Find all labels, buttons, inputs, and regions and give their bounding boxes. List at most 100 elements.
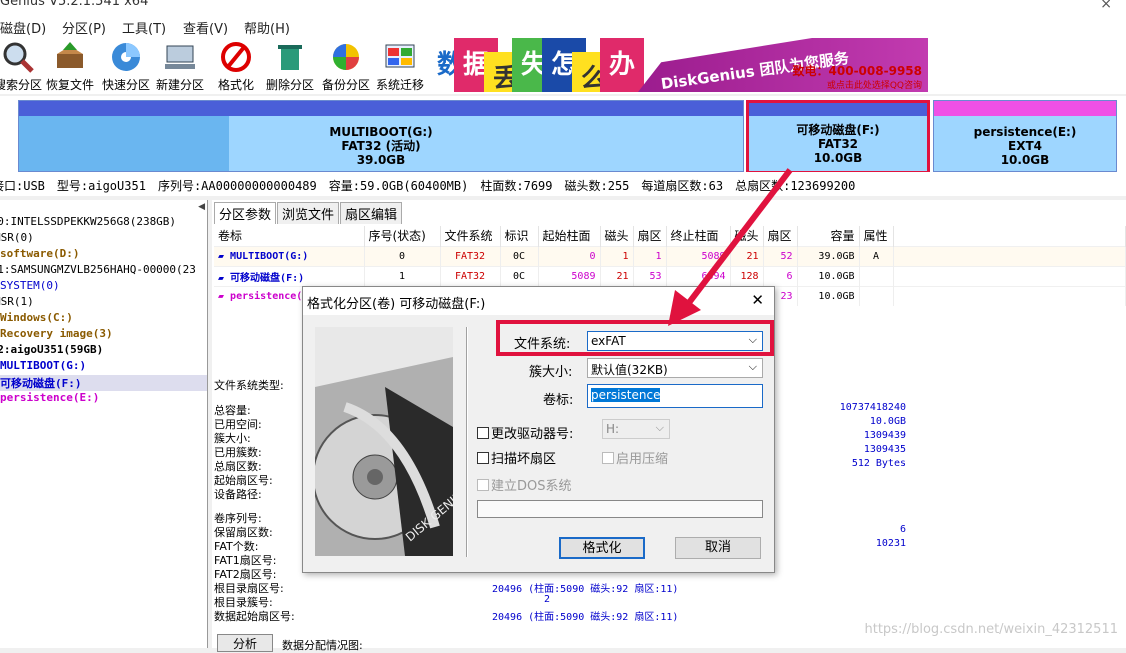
cell: 0C: [500, 265, 539, 286]
tree-item-selected[interactable]: 可移动磁盘(F:): [0, 375, 207, 391]
col-header: 扇区: [633, 226, 667, 246]
new-partition-button[interactable]: 新建分区: [152, 38, 208, 92]
disk-info-bar: 接口:USB 型号:aigoU351 序列号:AA00000000000489 容量:…: [0, 174, 1126, 196]
col-header: 磁头: [730, 226, 764, 246]
format-dialog: 格式化分区(卷) 可移动磁盘(F:) ✕ DISK GENIUS 文件系统: e…: [302, 286, 775, 573]
ad-char: 办: [600, 38, 644, 92]
cell: ▰ 可移动磁盘(F:): [214, 265, 365, 286]
cell: 52: [763, 245, 798, 266]
partition-bar: [749, 103, 927, 116]
cell: 5089: [666, 245, 731, 266]
partition-block-multiboot[interactable]: MULTIBOOT(G:) FAT32 (活动) 39.0GB: [18, 100, 744, 172]
tree-item[interactable]: persistence(E:): [0, 391, 207, 407]
cell: 128: [730, 265, 764, 286]
cell: 0: [364, 245, 441, 266]
menu-partition[interactable]: 分区(P): [62, 18, 106, 37]
tab-sector-edit[interactable]: 扇区编辑: [340, 202, 403, 224]
volume-input[interactable]: persistence: [587, 384, 763, 408]
cell: 6: [763, 265, 798, 286]
fs-value: 10.0GB: [869, 416, 906, 427]
backup-partition-button[interactable]: 备份分区: [318, 38, 374, 92]
cell: 1: [633, 245, 667, 266]
partition-fs: FAT32: [817, 137, 859, 151]
table-header: 卷标 序号(状态) 文件系统 标识 起始柱面 磁头 扇区 终止柱面 磁头 扇区 …: [214, 226, 1126, 246]
col-header: 扇区: [763, 226, 798, 246]
col-header: 卷标: [214, 226, 365, 246]
cluster-select[interactable]: 默认值(32KB) ⌵: [587, 358, 763, 378]
tree-item[interactable]: HD0:INTELSSDPEKKW256G8(238GB): [0, 215, 207, 231]
tree-item[interactable]: MULTIBOOT(G:): [0, 359, 207, 375]
format-icon: [221, 42, 251, 72]
ad-qq-link[interactable]: 或点击此处选择QQ咨询: [827, 78, 922, 91]
drive-letter-value: H:: [606, 422, 620, 436]
quick-partition-icon: [112, 43, 140, 71]
search-partition-button[interactable]: 搜索分区: [0, 38, 46, 92]
fs-value: 6: [899, 524, 906, 535]
change-drive-checkbox[interactable]: 更改驱动器号:: [477, 423, 573, 442]
tree-item[interactable]: MSR(0): [0, 231, 207, 247]
tree-item[interactable]: Windows(C:): [0, 311, 207, 327]
search-partition-icon: [3, 42, 34, 73]
cell: FAT32: [440, 245, 501, 266]
col-header: 容量: [797, 226, 860, 246]
new-partition-icon: [165, 45, 195, 69]
tree-item[interactable]: software(D:): [0, 247, 207, 263]
cell: 10.0GB: [797, 285, 860, 306]
enable-compression-checkbox[interactable]: 启用压缩: [602, 448, 668, 467]
quick-partition-button[interactable]: 快速分区: [98, 38, 154, 92]
menu-view[interactable]: 查看(V): [183, 18, 228, 37]
tree-item[interactable]: RD2:aigoU351(59GB): [0, 343, 207, 359]
col-header: 起始柱面: [538, 226, 601, 246]
dialog-separator: [466, 327, 468, 557]
format-progress-bar: [477, 500, 763, 518]
cancel-button[interactable]: 取消: [675, 537, 761, 559]
tree-item[interactable]: MSR(1): [0, 295, 207, 311]
analyze-button[interactable]: 分析: [217, 634, 273, 652]
backup-partition-icon: [333, 44, 359, 70]
recover-files-button[interactable]: 恢复文件: [42, 38, 98, 92]
fs-value: 20496 (柱面:5090 磁头:92 扇区:11): [492, 584, 679, 595]
ad-banner[interactable]: 数 据 丢 失 怎 么 办 DiskGenius 团队为您服务 致电：400-0…: [428, 38, 928, 92]
partition-block-persistence[interactable]: persistence(E:) EXT4 10.0GB: [933, 100, 1117, 172]
scroll-up-icon[interactable]: ◀: [198, 202, 205, 212]
fs-label: 数据起始扇区号:: [214, 610, 295, 623]
partition-block-removable[interactable]: 可移动磁盘(F:) FAT32 10.0GB: [746, 100, 930, 172]
disk-sectors-per-track: 每道扇区数:63: [641, 179, 724, 193]
col-header: 磁头: [600, 226, 634, 246]
cell: FAT32: [440, 265, 501, 286]
close-icon[interactable]: ×: [1100, 0, 1112, 12]
fs-label: 设备路径:: [214, 488, 262, 501]
fs-value: 10231: [875, 538, 906, 549]
menu-tools[interactable]: 工具(T): [122, 18, 166, 37]
table-row[interactable]: ▰ 可移动磁盘(F:) 1 FAT32 0C 5089 21 53 6394 1…: [214, 265, 1126, 286]
disk-heads: 磁头数:255: [564, 179, 630, 193]
drive-letter-select[interactable]: H: ⌵: [602, 419, 670, 439]
system-migration-button[interactable]: 系统迁移: [372, 38, 428, 92]
menu-help[interactable]: 帮助(H): [244, 18, 290, 37]
table-row[interactable]: ▰ MULTIBOOT(G:) 0 FAT32 0C 0 1 1 5089 21…: [214, 245, 1126, 266]
disk-cylinders: 柱面数:7699: [480, 179, 553, 193]
hard-disk-image: DISK GENIUS: [315, 327, 453, 556]
partition-size: 10.0GB: [813, 151, 863, 165]
disk-model: 型号:aigoU351: [56, 179, 146, 193]
partition-bar: [934, 101, 1116, 116]
scan-bad-sectors-checkbox[interactable]: 扫描坏扇区: [477, 448, 556, 467]
menu-disk[interactable]: 磁盘(D): [0, 18, 46, 37]
partition-name: persistence(E:): [973, 125, 1077, 139]
build-dos-checkbox[interactable]: 建立DOS系统: [477, 475, 572, 494]
tab-partition-params[interactable]: 分区参数: [214, 202, 277, 224]
col-filler: [893, 226, 1126, 246]
format-button[interactable]: 格式化: [559, 537, 645, 559]
format-button[interactable]: 格式化: [208, 38, 264, 92]
tree-item[interactable]: SYSTEM(0): [0, 279, 207, 295]
delete-partition-button[interactable]: 删除分区: [262, 38, 318, 92]
close-icon[interactable]: ✕: [751, 291, 764, 309]
disk-map: MULTIBOOT(G:) FAT32 (活动) 39.0GB 可移动磁盘(F:…: [0, 96, 1126, 174]
cluster-label: 簇大小:: [529, 365, 573, 380]
recover-files-icon: [57, 42, 83, 68]
dialog-title-bar: 格式化分区(卷) 可移动磁盘(F:) ✕: [303, 287, 774, 315]
tree-item[interactable]: Recovery image(3): [0, 327, 207, 343]
fs-label: 文件系统类型:: [214, 379, 284, 392]
tree-item[interactable]: HD1:SAMSUNGMZVLB256HAHQ-00000(23: [0, 263, 207, 279]
tab-browse-files[interactable]: 浏览文件: [277, 202, 340, 224]
